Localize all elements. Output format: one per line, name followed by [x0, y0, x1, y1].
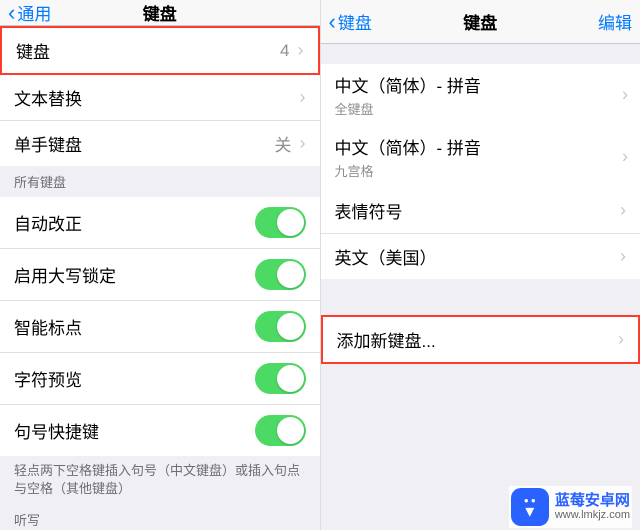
nav-bar: ‹ 键盘 键盘 编辑	[321, 0, 640, 44]
nav-bar: ‹ 通用 键盘	[0, 0, 320, 26]
watermark-title: 蓝莓安卓网	[555, 492, 630, 509]
nav-back-label: 通用	[17, 0, 51, 25]
row-label: 添加新键盘...	[337, 327, 619, 352]
watermark-logo: ● ● ▾	[511, 488, 549, 526]
keyboard-row[interactable]: 表情符号 ›	[321, 188, 640, 234]
row-label: 字符预览	[14, 366, 255, 391]
one-handed-value: 关	[275, 131, 292, 156]
toggle-caps-lock[interactable]	[255, 259, 306, 290]
row-smart-punctuation[interactable]: 智能标点	[0, 301, 320, 353]
row-label: 启用大写锁定	[14, 262, 255, 287]
toggle-smart-punct[interactable]	[255, 311, 306, 342]
screen-keyboard-list: ‹ 键盘 键盘 编辑 中文（简体）- 拼音 全键盘 › 中文（简体）- 拼音 九…	[320, 0, 640, 530]
row-add-new-keyboard[interactable]: 添加新键盘... ›	[323, 317, 639, 362]
row-label: 自动改正	[14, 210, 255, 235]
keyboard-row[interactable]: 英文（美国） ›	[321, 234, 640, 279]
row-label: 文本替换	[14, 85, 300, 110]
nav-title: 键盘	[463, 9, 497, 34]
keyboard-name: 中文（简体）- 拼音	[335, 72, 481, 97]
row-autocorrect[interactable]: 自动改正	[0, 197, 320, 249]
row-label: 键盘	[16, 38, 280, 63]
chevron-left-icon: ‹	[329, 11, 336, 33]
watermark-url: www.lmkjz.com	[555, 509, 630, 522]
nav-back-label: 键盘	[338, 9, 372, 34]
toggle-autocorrect[interactable]	[255, 207, 306, 238]
row-period-shortcut[interactable]: 句号快捷键	[0, 405, 320, 456]
toggle-period-shortcut[interactable]	[255, 415, 306, 446]
row-label: 智能标点	[14, 314, 255, 339]
screen-keyboard-settings: ‹ 通用 键盘 键盘 4 › 文本替换 › 单手键盘 关 › 所有键盘 自动改正	[0, 0, 320, 530]
chevron-right-icon: ›	[298, 40, 304, 61]
keyboard-name: 中文（简体）- 拼音	[335, 134, 481, 159]
chevron-right-icon: ›	[300, 133, 306, 154]
row-char-preview[interactable]: 字符预览	[0, 353, 320, 405]
keyboard-name: 表情符号	[335, 198, 621, 223]
row-label: 单手键盘	[14, 131, 275, 156]
chevron-right-icon: ›	[618, 329, 624, 350]
toggle-char-preview[interactable]	[255, 363, 306, 394]
row-keyboards[interactable]: 键盘 4 ›	[2, 28, 318, 73]
watermark: ● ● ▾ 蓝莓安卓网 www.lmkjz.com	[509, 486, 632, 528]
nav-back-button[interactable]: ‹ 通用	[8, 0, 51, 25]
row-label: 句号快捷键	[14, 418, 255, 443]
keyboard-row[interactable]: 中文（简体）- 拼音 全键盘 ›	[321, 64, 640, 126]
chevron-right-icon: ›	[620, 246, 626, 267]
section-header-dictation: 听写	[0, 504, 320, 530]
keyboard-name: 英文（美国）	[335, 244, 621, 269]
section-replace-onehand: 文本替换 › 单手键盘 关 ›	[0, 75, 320, 166]
chevron-right-icon: ›	[300, 87, 306, 108]
keyboard-layout: 全键盘	[335, 99, 374, 118]
chevron-right-icon: ›	[622, 85, 628, 106]
keyboards-list: 中文（简体）- 拼音 全键盘 › 中文（简体）- 拼音 九宫格 › 表情符号 ›…	[321, 64, 640, 279]
nav-back-button[interactable]: ‹ 键盘	[329, 9, 372, 34]
keyboard-row[interactable]: 中文（简体）- 拼音 九宫格 ›	[321, 126, 640, 188]
row-text-replacement[interactable]: 文本替换 ›	[0, 75, 320, 121]
row-caps-lock[interactable]: 启用大写锁定	[0, 249, 320, 301]
section-keyboards-highlighted: 键盘 4 ›	[0, 26, 320, 75]
nav-edit-button[interactable]: 编辑	[598, 9, 632, 34]
keyboard-layout: 九宫格	[335, 161, 374, 180]
chevron-left-icon: ‹	[8, 2, 15, 24]
section-footer-period: 轻点两下空格键插入句号（中文键盘）或插入句点与空格（其他键盘）	[0, 456, 320, 504]
chevron-right-icon: ›	[620, 200, 626, 221]
section-header-all-keyboards: 所有键盘	[0, 166, 320, 197]
keyboards-count: 4	[280, 41, 289, 61]
section-add-keyboard-highlighted: 添加新键盘... ›	[321, 315, 640, 364]
chevron-right-icon: ›	[622, 147, 628, 168]
nav-title: 键盘	[143, 0, 177, 25]
row-one-handed[interactable]: 单手键盘 关 ›	[0, 121, 320, 166]
section-all-keyboard-toggles: 自动改正 启用大写锁定 智能标点 字符预览 句号快捷键	[0, 197, 320, 456]
